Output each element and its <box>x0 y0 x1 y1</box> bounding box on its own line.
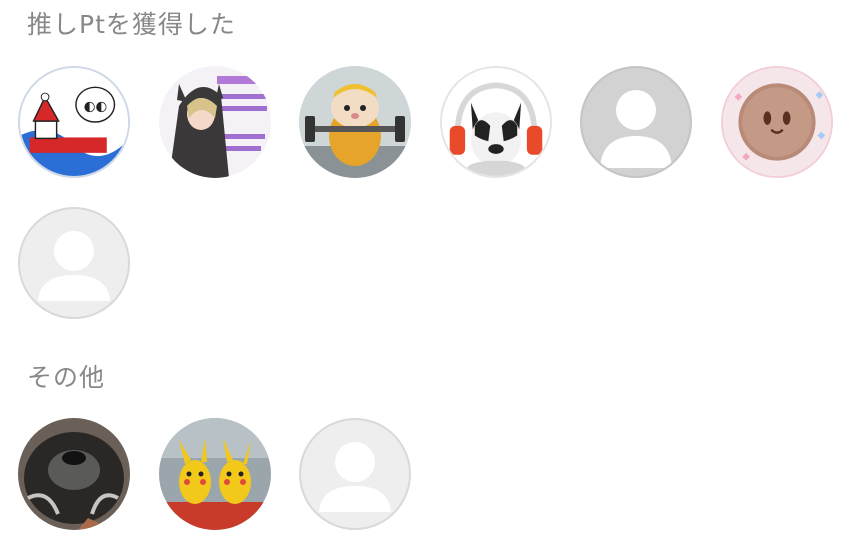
hamster-weightlifter-icon <box>299 66 411 178</box>
user-avatar-default[interactable] <box>299 418 411 530</box>
default-user-icon <box>319 442 391 512</box>
user-avatar-pikachu[interactable] <box>159 418 271 530</box>
user-avatar-bulldog[interactable] <box>440 66 552 178</box>
dog-closeup-icon <box>18 418 130 530</box>
santa-drawing-icon: ◐◐ <box>20 68 128 176</box>
user-avatar-anime[interactable] <box>159 66 271 178</box>
user-avatar-santa[interactable]: ◐◐ <box>18 66 130 178</box>
default-user-icon <box>38 231 110 301</box>
default-user-icon <box>600 90 672 168</box>
kirby-cookie-icon <box>723 68 831 176</box>
section-title: 推しPtを獲得した <box>27 10 236 39</box>
pikachu-statues-icon <box>159 418 271 530</box>
user-avatar-default[interactable] <box>580 66 692 178</box>
user-avatar-hamster[interactable] <box>299 66 411 178</box>
anime-character-icon <box>159 66 271 178</box>
user-avatar-dog[interactable] <box>18 418 130 530</box>
user-avatar-default[interactable] <box>18 207 130 319</box>
bulldog-headphones-icon <box>442 68 550 176</box>
svg-text:◐◐: ◐◐ <box>84 98 108 114</box>
user-avatar-kirby-cookie[interactable] <box>721 66 833 178</box>
section-title: その他 <box>27 363 106 392</box>
